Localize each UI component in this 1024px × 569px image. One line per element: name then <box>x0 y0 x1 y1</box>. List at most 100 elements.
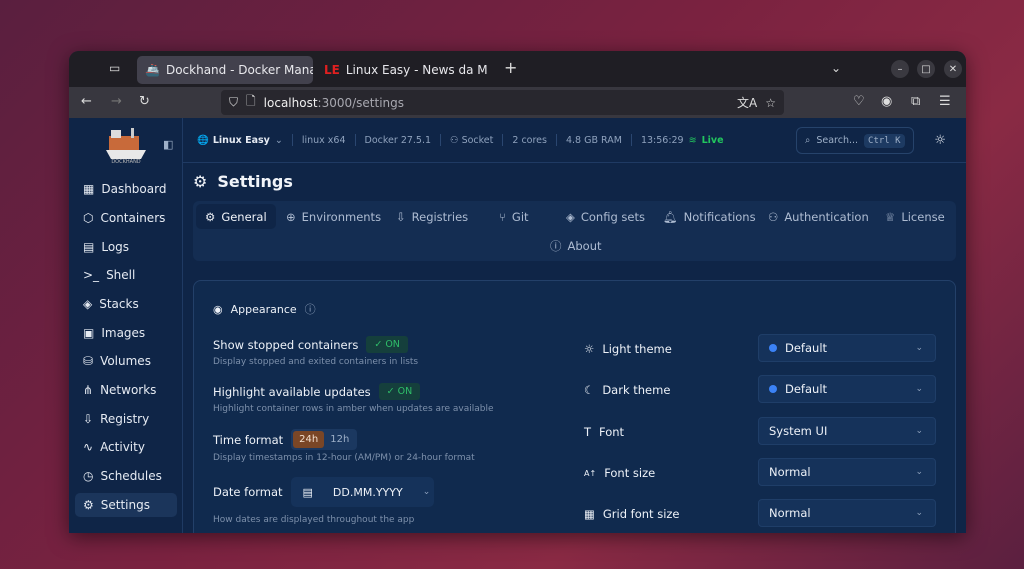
section-title: Appearance <box>230 302 297 316</box>
font-select[interactable]: System UI ⌄ <box>758 417 936 445</box>
back-icon[interactable]: ← <box>81 94 92 109</box>
sidebar-item-networks[interactable]: ⋔ Networks <box>75 378 177 402</box>
pocket-icon[interactable]: ♡ <box>853 94 865 109</box>
help-icon[interactable]: ⓘ <box>305 301 316 317</box>
tab-notifications[interactable]: 🔔︎ Notifications <box>654 204 765 229</box>
dark-theme-label: ☾ Dark theme <box>584 383 670 397</box>
light-theme-select[interactable]: Default ⌄ <box>758 334 936 362</box>
sidebar-item-logs[interactable]: ▤ Logs <box>75 235 177 259</box>
minimize-button[interactable]: – <box>891 60 909 78</box>
forward-icon[interactable]: → <box>111 94 122 109</box>
tab-environments[interactable]: ⊕ Environments <box>277 204 390 229</box>
setting-label: Font size <box>604 466 656 480</box>
sun-icon: ☼ <box>584 342 595 356</box>
terminal-icon: >_ <box>83 268 100 282</box>
grid-icon: ▦ <box>584 507 595 521</box>
date-format-select[interactable]: ▤ DD.MM.YYYY ⌄ <box>290 477 434 507</box>
platform-text: linux x64 <box>301 134 346 146</box>
tab-registries[interactable]: ⇩ Registries <box>387 204 477 229</box>
environment-selector[interactable]: Linux Easy <box>213 135 270 146</box>
settings-main: ⚙ Settings ⚙ General ⊕ Environments ⇩ Regist… <box>183 163 966 533</box>
sidebar-item-label: Schedules <box>100 469 162 483</box>
option-24h[interactable]: 24h <box>293 431 325 448</box>
shortcut-badge: Ctrl K <box>864 133 905 148</box>
sidebar-item-volumes[interactable]: ⛁ Volumes <box>75 349 177 373</box>
tab-label: Git <box>511 209 529 224</box>
highlight-updates-row: Highlight available updates ✓ ON <box>213 383 421 400</box>
show-stopped-toggle[interactable]: ✓ ON <box>366 336 408 353</box>
le-favicon-icon: LE <box>324 63 340 77</box>
connection-type: Socket <box>461 134 494 146</box>
sidebar-item-shell[interactable]: >_ Shell <box>75 263 177 287</box>
font-label: T Font <box>584 425 624 439</box>
highlight-updates-toggle[interactable]: ✓ ON <box>378 383 421 400</box>
info-icon: ⓘ <box>550 238 562 253</box>
git-branch-icon: ⑂ <box>499 209 506 224</box>
collapse-sidebar-icon[interactable]: ◧ <box>163 138 173 151</box>
dockhand-logo: DOCKHAND <box>106 128 146 164</box>
sidebar-item-label: Dashboard <box>101 182 167 196</box>
browser-window: ▭ 🚢 Dockhand - Docker Manag ✕ LE Linux Easy… <box>69 51 966 533</box>
date-format-row: Date format ▤ DD.MM.YYYY ⌄ <box>213 477 434 507</box>
account-icon[interactable]: ◉ <box>881 94 892 109</box>
page-icon: 🗋 <box>246 94 256 108</box>
sidebar-item-activity[interactable]: ∿ Activity <box>75 435 177 459</box>
tab-config-sets[interactable]: ◈ Config sets <box>557 204 654 229</box>
new-tab-icon[interactable]: + <box>504 58 517 77</box>
sidebar-item-schedules[interactable]: ◷ Schedules <box>75 464 177 488</box>
tab-bar: ▭ 🚢 Dockhand - Docker Manag ✕ LE Linux Easy… <box>69 51 966 87</box>
extensions-icon[interactable]: ⧉ <box>911 94 920 109</box>
dark-theme-select[interactable]: Default ⌄ <box>758 375 936 403</box>
search-button[interactable]: ⌕ Search... Ctrl K <box>796 127 914 154</box>
maximize-button[interactable]: □ <box>917 60 935 78</box>
tab-label: General <box>221 209 267 224</box>
chevron-down-icon: ⌄ <box>915 343 923 353</box>
tab-license[interactable]: ♕ License <box>876 204 954 229</box>
bookmark-star-icon[interactable]: ☆ <box>765 96 776 110</box>
ship-favicon-icon: 🚢 <box>145 63 160 77</box>
tab-authentication[interactable]: ⚇ Authentication <box>759 204 878 229</box>
theme-toggle-sun-icon[interactable]: ☼ <box>934 133 946 148</box>
chevron-down-icon[interactable]: ⌄ <box>275 135 283 146</box>
grid-font-size-select[interactable]: Normal ⌄ <box>758 499 936 527</box>
toggle-state: ON <box>397 386 413 397</box>
sidebar-item-settings[interactable]: ⚙ Settings <box>75 493 177 517</box>
browser-tab-dockhand[interactable]: 🚢Dockhand - Docker Manag✕ <box>137 56 313 84</box>
tab-label: Linux Easy - News da Mon <box>345 63 488 77</box>
type-icon: T <box>584 425 592 439</box>
globe-icon: ⊕ <box>286 209 296 224</box>
docker-version: Docker 27.5.1 <box>364 134 432 146</box>
tab-label: About <box>567 238 602 253</box>
live-status: Live <box>701 134 724 146</box>
reload-icon[interactable]: ↻ <box>139 94 150 109</box>
appearance-card: ◉ Appearance ⓘ Show stopped containers ✓ ON… <box>193 280 956 533</box>
tab-label: Registries <box>411 209 469 224</box>
tab-general[interactable]: ⚙ General <box>196 204 276 229</box>
sidebar-item-registry[interactable]: ⇩ Registry <box>75 407 177 431</box>
toggle-state: ON <box>385 339 400 350</box>
option-12h[interactable]: 12h <box>324 431 355 448</box>
menu-icon[interactable]: ☰ <box>939 94 951 109</box>
font-size-select[interactable]: Normal ⌄ <box>758 458 936 486</box>
browser-tab-linuxeasy[interactable]: LELinux Easy - News da Mon✕ <box>316 56 488 84</box>
tab-list-chevron-icon[interactable]: ⌄ <box>831 61 841 75</box>
tab-git[interactable]: ⑂ Git <box>490 204 538 229</box>
tab-label: Config sets <box>580 209 645 224</box>
tab-label: Dockhand - Docker Manag <box>165 63 313 77</box>
sidebar-item-stacks[interactable]: ◈ Stacks <box>75 292 177 316</box>
translate-icon[interactable]: 文A <box>737 94 757 111</box>
activity-icon: ∿ <box>83 440 94 454</box>
sidebar-item-images[interactable]: ▣ Images <box>75 321 177 345</box>
tab-overview-icon[interactable]: ▭ <box>109 61 120 75</box>
font-size-label: A↑ Font size <box>584 466 655 480</box>
setting-description: How dates are displayed throughout the a… <box>213 515 415 525</box>
url-bar[interactable]: ⛉ 🗋 localhost:3000/settings 文A ☆ <box>221 90 784 115</box>
sidebar-item-containers[interactable]: ⬡ Containers <box>75 206 177 230</box>
close-window-button[interactable]: ✕ <box>944 60 962 78</box>
setting-description: Display timestamps in 12-hour (AM/PM) or… <box>213 453 475 463</box>
tab-about[interactable]: ⓘ About <box>541 233 611 258</box>
nav-bar: ← → ↻ ⛉ 🗋 localhost:3000/settings 文A ☆ ♡ … <box>69 87 966 118</box>
layers-icon: ◈ <box>83 297 93 311</box>
gear-icon: ⚙ <box>205 209 216 224</box>
sidebar-item-dashboard[interactable]: ▦ Dashboard <box>75 177 177 201</box>
